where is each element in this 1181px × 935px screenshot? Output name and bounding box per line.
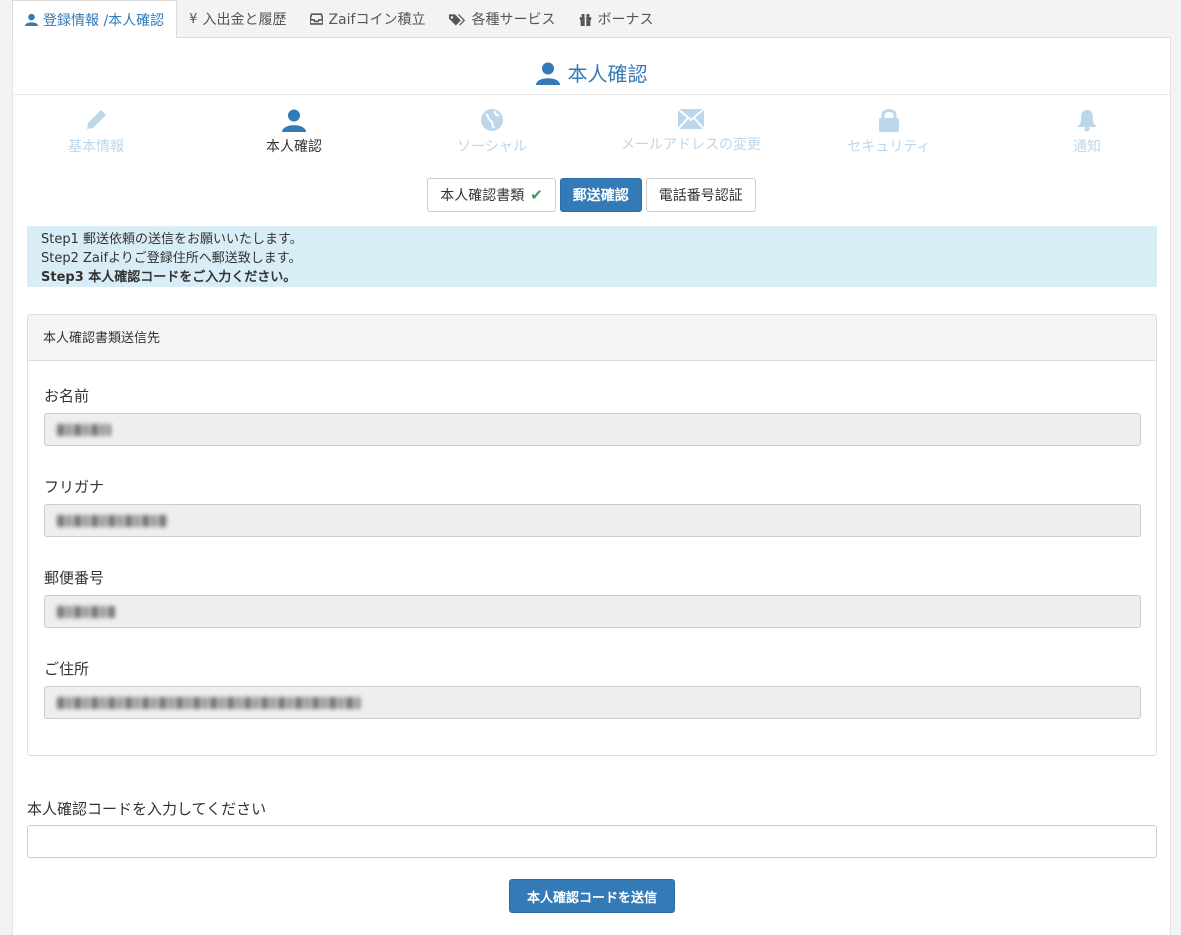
postal-code-field <box>44 595 1141 628</box>
tab-label: ボーナス <box>597 12 654 28</box>
top-tab-bar: 登録情報 /本人確認 ¥ 入出金と履歴 Zaifコイン積立 各種サービス ボーナ… <box>12 0 1171 39</box>
yen-icon: ¥ <box>189 11 198 27</box>
pencil-icon <box>87 110 106 129</box>
button-label: 郵送確認 <box>572 188 629 204</box>
subnav-notification[interactable]: 通知 <box>997 108 1177 156</box>
address-label: ご住所 <box>44 660 90 678</box>
user-icon <box>25 13 38 26</box>
subnav-identity[interactable]: 本人確認 <box>204 108 384 156</box>
mailing-address-card: 本人確認書類送信先 お名前 フリガナ 郵便番号 ご住所 <box>27 314 1157 756</box>
furigana-label: フリガナ <box>44 478 105 496</box>
button-label: 電話番号認証 <box>658 188 743 204</box>
name-field <box>44 413 1141 446</box>
steps-info-box: Step1 郵送依頼の送信をお願いいたします。 Step2 Zaifよりご登録住… <box>27 226 1157 287</box>
subnav-label: 通知 <box>1073 139 1101 155</box>
lock-icon <box>879 109 899 132</box>
tab-zaif-coin[interactable]: Zaifコイン積立 <box>298 0 437 38</box>
redacted-value <box>57 514 167 527</box>
subnav-social[interactable]: ソーシャル <box>402 108 582 156</box>
button-label: 本人確認書類 <box>440 188 525 204</box>
tab-deposit-history[interactable]: ¥ 入出金と履歴 <box>177 0 298 38</box>
envelope-icon <box>678 108 704 130</box>
submit-code-button[interactable]: 本人確認コードを送信 <box>509 879 675 913</box>
subnav-email[interactable]: メールアドレスの変更 <box>601 108 781 154</box>
profile-subnav: 基本情報 本人確認 ソーシャル メールアドレスの変更 セキュリティ 通知 <box>13 108 1170 158</box>
divider <box>13 94 1170 95</box>
tab-label: 各種サービス <box>471 12 556 28</box>
step1-text: Step1 郵送依頼の送信をお願いいたします。 <box>41 232 303 247</box>
name-label: お名前 <box>44 387 90 405</box>
page-title: 本人確認 <box>13 58 1170 87</box>
redacted-value <box>57 423 111 436</box>
subnav-security[interactable]: セキュリティ <box>799 108 979 156</box>
verification-code-label: 本人確認コードを入力してください <box>27 800 267 818</box>
subnav-label: 本人確認 <box>266 139 322 155</box>
tab-label: 登録情報 /本人確認 <box>43 12 165 29</box>
tab-bonus[interactable]: ボーナス <box>567 0 665 38</box>
furigana-field <box>44 504 1141 537</box>
gift-icon <box>580 13 592 26</box>
phone-verification-button[interactable]: 電話番号認証 <box>645 178 756 212</box>
postal-verification-button[interactable]: 郵送確認 <box>559 178 642 212</box>
subnav-label: セキュリティ <box>847 139 931 155</box>
step2-text: Step2 Zaifよりご登録住所へ郵送致します。 <box>41 251 302 266</box>
subnav-label: メールアドレスの変更 <box>621 137 761 153</box>
postal-code-label: 郵便番号 <box>44 569 105 587</box>
check-icon: ✔ <box>530 186 543 204</box>
card-title: 本人確認書類送信先 <box>28 315 1156 361</box>
tab-services[interactable]: 各種サービス <box>437 0 567 38</box>
user-icon <box>535 62 560 85</box>
inbox-icon <box>310 13 324 25</box>
verification-step-group: 本人確認書類 ✔ 郵送確認 電話番号認証 <box>13 178 1170 212</box>
redacted-value <box>57 605 115 618</box>
step3-text: Step3 本人確認コードをご入力ください。 <box>41 270 297 285</box>
globe-icon <box>481 109 503 131</box>
verification-code-input[interactable] <box>27 825 1157 858</box>
address-field <box>44 686 1141 719</box>
id-documents-button[interactable]: 本人確認書類 ✔ <box>427 178 556 212</box>
redacted-value <box>57 696 361 709</box>
subnav-basic-info[interactable]: 基本情報 <box>6 108 186 156</box>
tab-label: Zaifコイン積立 <box>328 12 426 28</box>
tab-registration[interactable]: 登録情報 /本人確認 <box>12 0 178 39</box>
page-title-text: 本人確認 <box>567 62 648 86</box>
main-panel: 本人確認 基本情報 本人確認 ソーシャル メールアドレスの変更 セキュリティ 通… <box>12 38 1171 935</box>
user-icon <box>282 109 306 132</box>
tags-icon <box>449 13 466 25</box>
subnav-label: ソーシャル <box>457 139 527 155</box>
bell-icon <box>1077 110 1097 132</box>
subnav-label: 基本情報 <box>68 139 124 155</box>
tab-label: 入出金と履歴 <box>202 12 287 28</box>
